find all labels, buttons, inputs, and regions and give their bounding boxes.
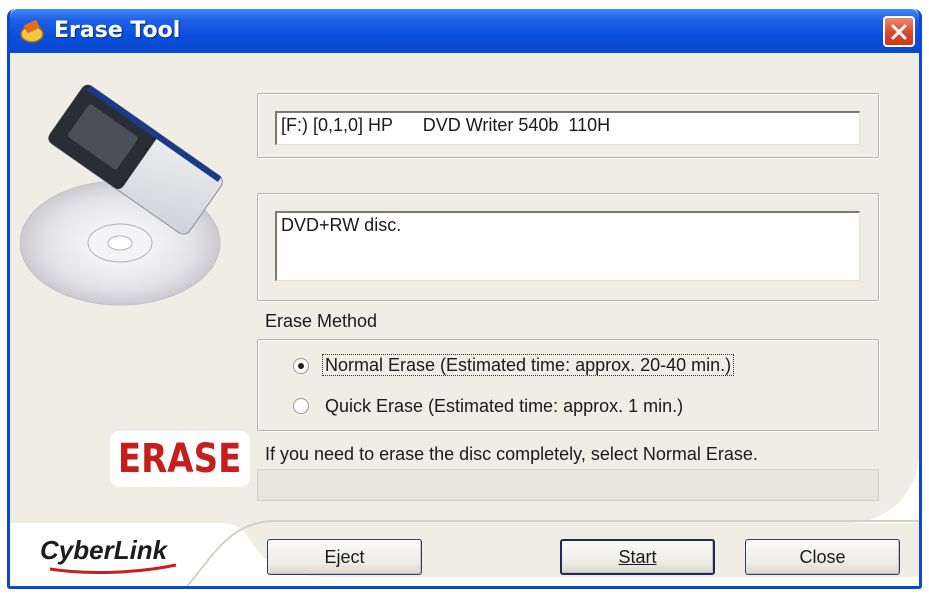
erase-tool-window: Erase Tool [F:) [0,1,0] HP DVD Writer 54… bbox=[7, 9, 922, 589]
close-button[interactable]: Close bbox=[745, 539, 900, 575]
erase-progress-bar bbox=[257, 469, 879, 501]
disc-info-field[interactable]: DVD+RW disc. bbox=[275, 211, 860, 281]
app-icon bbox=[20, 20, 44, 43]
dialog-client-area: [F:) [0,1,0] HP DVD Writer 540b 110H DVD… bbox=[10, 53, 919, 586]
erase-logo: ERASE bbox=[110, 431, 250, 487]
drive-field[interactable]: [F:) [0,1,0] HP DVD Writer 540b 110H bbox=[275, 111, 860, 145]
hint-text: If you need to erase the disc completely… bbox=[265, 444, 758, 464]
quick-erase-radio[interactable] bbox=[293, 398, 309, 414]
title-bar[interactable]: Erase Tool bbox=[10, 9, 919, 53]
logo-swoosh bbox=[49, 563, 177, 574]
normal-erase-label[interactable]: Normal Erase (Estimated time: approx. 20… bbox=[322, 354, 735, 376]
quick-erase-label[interactable]: Quick Erase (Estimated time: approx. 1 m… bbox=[325, 396, 683, 417]
cyberlink-logo: CyberLink bbox=[30, 523, 180, 581]
normal-erase-radio[interactable] bbox=[293, 358, 309, 374]
eraser-disc-icon bbox=[20, 84, 223, 306]
eject-button[interactable]: Eject bbox=[267, 539, 422, 575]
erase-method-label: Erase Method bbox=[265, 311, 378, 331]
erase-method-group bbox=[257, 339, 879, 431]
close-icon bbox=[891, 24, 907, 39]
start-button[interactable]: Start bbox=[560, 539, 715, 575]
close-window-button[interactable] bbox=[883, 16, 915, 47]
window-title: Erase Tool bbox=[54, 18, 181, 43]
